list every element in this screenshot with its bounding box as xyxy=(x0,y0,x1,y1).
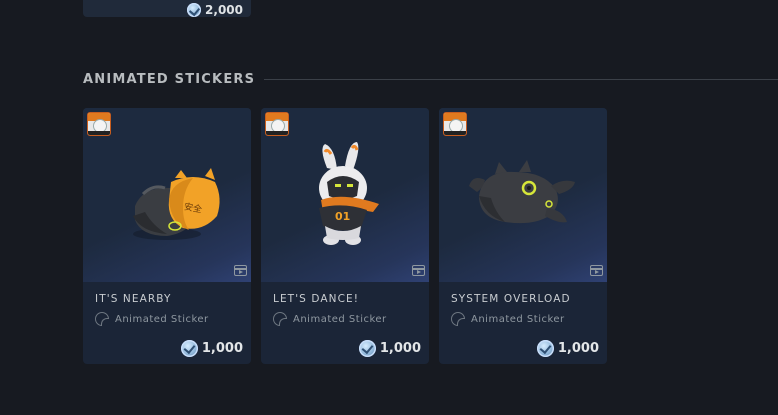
app-icon xyxy=(443,112,467,136)
item-title: IT'S NEARBY xyxy=(95,293,172,305)
item-art: 安全 xyxy=(83,108,251,282)
item-type-label: Animated Sticker xyxy=(115,313,209,325)
points-coin-icon xyxy=(187,3,202,17)
animated-video-icon xyxy=(590,265,603,276)
item-type-label: Animated Sticker xyxy=(471,313,565,325)
item-type-label: Animated Sticker xyxy=(293,313,387,325)
item-price-value: 1,000 xyxy=(201,341,243,356)
points-coin-icon xyxy=(536,340,554,357)
item-price-value: 1,000 xyxy=(379,341,421,356)
svg-text:01: 01 xyxy=(335,210,350,223)
item-title: SYSTEM OVERLOAD xyxy=(451,293,571,305)
item-type: Animated Sticker xyxy=(95,312,209,326)
section-divider xyxy=(264,78,778,80)
item-price: 1,000 xyxy=(536,340,599,357)
item-card-system-overload[interactable]: SYSTEM OVERLOAD Animated Sticker 1,000 xyxy=(439,108,607,364)
points-coin-icon xyxy=(358,340,376,357)
item-price-value: 1,000 xyxy=(557,341,599,356)
section-title: ANIMATED STICKERS xyxy=(83,71,256,87)
item-type: Animated Sticker xyxy=(273,312,387,326)
item-art xyxy=(439,108,607,282)
previous-item-price-value: 2,000 xyxy=(205,3,243,17)
item-title: LET'S DANCE! xyxy=(273,293,360,305)
app-icon xyxy=(87,112,111,136)
sticker-icon xyxy=(273,312,287,326)
section-header: ANIMATED STICKERS xyxy=(83,70,778,88)
animated-video-icon xyxy=(234,265,247,276)
item-card-its-nearby[interactable]: 安全 IT'S NEARBY Animated Sticker 1,000 xyxy=(83,108,251,364)
item-type: Animated Sticker xyxy=(451,312,565,326)
item-art: 01 xyxy=(261,108,429,282)
points-coin-icon xyxy=(180,340,198,357)
app-icon xyxy=(265,112,289,136)
sticker-icon xyxy=(451,312,465,326)
item-card-lets-dance[interactable]: 01 LET'S DANCE! Animated Sticker 1,000 xyxy=(261,108,429,364)
item-price: 1,000 xyxy=(358,340,421,357)
previous-item-card[interactable]: 2,000 xyxy=(83,0,251,17)
item-price: 1,000 xyxy=(180,340,243,357)
animated-video-icon xyxy=(412,265,425,276)
previous-item-price: 2,000 xyxy=(187,2,243,18)
sticker-icon xyxy=(95,312,109,326)
